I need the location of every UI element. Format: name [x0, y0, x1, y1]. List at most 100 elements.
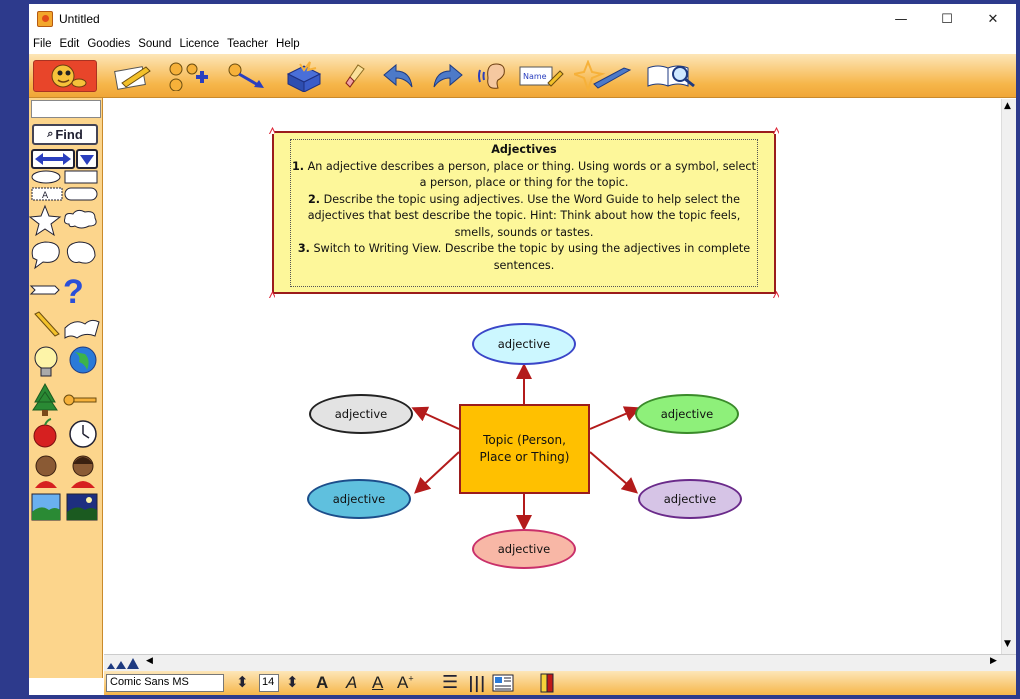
- clock-icon[interactable]: [69, 420, 97, 448]
- tree-icon[interactable]: [32, 382, 58, 416]
- mascot-icon: [51, 64, 87, 88]
- symbol-panel: ⌕ Find A ?: [29, 98, 103, 678]
- question-icon[interactable]: ?: [63, 273, 84, 311]
- adjective-node-bottom-right[interactable]: adjective: [638, 479, 742, 519]
- bold-icon[interactable]: A: [316, 673, 328, 693]
- zoom-triangles-icon[interactable]: [106, 656, 146, 670]
- find-button[interactable]: ⌕ Find: [32, 124, 98, 145]
- boy-icon[interactable]: [35, 455, 57, 488]
- writing-view-button[interactable]: [107, 60, 155, 92]
- name-label-icon: Name: [519, 66, 564, 87]
- new-node-icon: [169, 62, 208, 91]
- menu-edit[interactable]: Edit: [56, 38, 84, 50]
- scroll-left-icon[interactable]: ◀: [146, 656, 153, 666]
- listen-button[interactable]: [475, 60, 511, 92]
- scroll-right-icon[interactable]: ▶: [990, 656, 997, 666]
- format-toolbar: Comic Sans MS ⬍ 14 ⬍ A A A A+ ☰ |||: [104, 671, 1016, 695]
- adjective-node-left[interactable]: adjective: [309, 394, 413, 434]
- globe-icon[interactable]: [69, 346, 97, 374]
- underline-icon[interactable]: A: [372, 673, 383, 693]
- adjective-node-top[interactable]: adjective: [472, 323, 576, 365]
- thought-bubble-icon[interactable]: [66, 241, 96, 264]
- apple-icon[interactable]: [33, 418, 57, 448]
- lightbulb-icon[interactable]: [34, 346, 58, 377]
- menu-licence[interactable]: Licence: [175, 38, 223, 50]
- close-button[interactable]: ✕: [970, 4, 1016, 34]
- eraser-icon: [345, 64, 365, 88]
- vertical-scrollbar[interactable]: ▲ ▼: [1001, 99, 1016, 671]
- arrow-to-bottom-right[interactable]: [589, 451, 639, 494]
- book-icon[interactable]: [64, 319, 100, 339]
- star-shape-icon[interactable]: [29, 204, 62, 237]
- key-icon[interactable]: [63, 394, 97, 406]
- columns-icon[interactable]: |||: [468, 673, 486, 692]
- app-window: Untitled — ☐ ✕ File Edit Goodies Sound L…: [29, 4, 1016, 695]
- minimize-button[interactable]: —: [878, 4, 924, 34]
- window-title: Untitled: [59, 12, 100, 26]
- landscape-day-icon[interactable]: [31, 493, 61, 521]
- font-size-stepper-icon[interactable]: ⬍: [236, 673, 249, 691]
- title-bar: Untitled — ☐ ✕: [29, 4, 1016, 34]
- font-select[interactable]: Comic Sans MS: [106, 674, 224, 692]
- svg-text:Name: Name: [523, 72, 547, 81]
- landscape-night-icon[interactable]: [66, 493, 98, 521]
- ear-listen-icon: [478, 63, 505, 89]
- menu-goodies[interactable]: Goodies: [83, 38, 134, 50]
- connector-icon: [228, 63, 264, 88]
- window-controls: — ☐ ✕: [878, 4, 1016, 34]
- menu-file[interactable]: File: [29, 38, 56, 50]
- rounded-rect-shape-icon[interactable]: [64, 187, 98, 201]
- picture-icon[interactable]: [492, 674, 514, 692]
- link-button[interactable]: [225, 60, 271, 92]
- arrow-to-bottom-left[interactable]: [414, 451, 460, 494]
- scroll-up-icon[interactable]: ▲: [1004, 101, 1011, 111]
- menu-teacher[interactable]: Teacher: [223, 38, 272, 50]
- adjective-node-bottom-left[interactable]: adjective: [307, 479, 411, 519]
- rectangle-shape-icon[interactable]: [64, 170, 98, 184]
- menu-help[interactable]: Help: [272, 38, 304, 50]
- pencil-writing-view-icon: [114, 66, 151, 90]
- adjective-node-bottom[interactable]: adjective: [472, 529, 576, 569]
- find-magnifier-icon: ⌕: [47, 128, 54, 140]
- pencil-icon[interactable]: [34, 311, 60, 337]
- symbol-search-input[interactable]: [31, 100, 101, 118]
- dropdown-arrow-icon[interactable]: [76, 149, 98, 169]
- cloud-shape-icon[interactable]: [64, 209, 97, 229]
- pen-star-button[interactable]: [573, 60, 635, 92]
- size-stepper-icon[interactable]: ⬍: [286, 673, 299, 691]
- arrow-left-right-icon[interactable]: [31, 149, 75, 169]
- fill-color-icon[interactable]: [540, 673, 554, 693]
- eraser-button[interactable]: [339, 60, 369, 92]
- document-canvas[interactable]: Adjectives 1. An adjective describes a p…: [104, 99, 1001, 654]
- align-icon[interactable]: ☰: [442, 672, 458, 693]
- explode-button[interactable]: [281, 60, 327, 92]
- undo-icon: [383, 63, 413, 88]
- name-label-button[interactable]: Name: [517, 60, 565, 92]
- girl-icon[interactable]: [71, 455, 95, 488]
- topic-node[interactable]: Topic (Person, Place or Thing): [459, 404, 590, 494]
- text-box-icon[interactable]: A: [31, 187, 63, 201]
- maximize-button[interactable]: ☐: [924, 4, 970, 34]
- font-size-input[interactable]: 14: [259, 674, 279, 692]
- add-node-button[interactable]: [165, 60, 211, 92]
- speech-bubble-icon[interactable]: [31, 241, 60, 270]
- redo-button[interactable]: [427, 60, 467, 92]
- horizontal-scrollbar[interactable]: ◀ ▶: [104, 654, 1016, 671]
- menu-sound[interactable]: Sound: [134, 38, 175, 50]
- banner-shape-icon[interactable]: [29, 285, 60, 295]
- book-magnifier-icon: [647, 65, 695, 88]
- oval-shape-icon[interactable]: [31, 170, 61, 184]
- redo-icon: [433, 63, 463, 88]
- italic-icon[interactable]: A: [346, 673, 357, 693]
- undo-button[interactable]: [379, 60, 419, 92]
- arrow-to-right[interactable]: [589, 406, 641, 430]
- find-label: Find: [55, 127, 83, 142]
- adjective-node-right[interactable]: adjective: [635, 394, 739, 434]
- text-color-icon[interactable]: A+: [397, 673, 414, 693]
- arrow-to-left[interactable]: [411, 406, 460, 430]
- scroll-down-icon[interactable]: ▼: [1004, 639, 1011, 649]
- word-guide-button[interactable]: [643, 60, 699, 92]
- mascot-button[interactable]: [33, 60, 97, 92]
- main-toolbar: Name: [29, 54, 1016, 98]
- connector-arrows: [411, 363, 641, 531]
